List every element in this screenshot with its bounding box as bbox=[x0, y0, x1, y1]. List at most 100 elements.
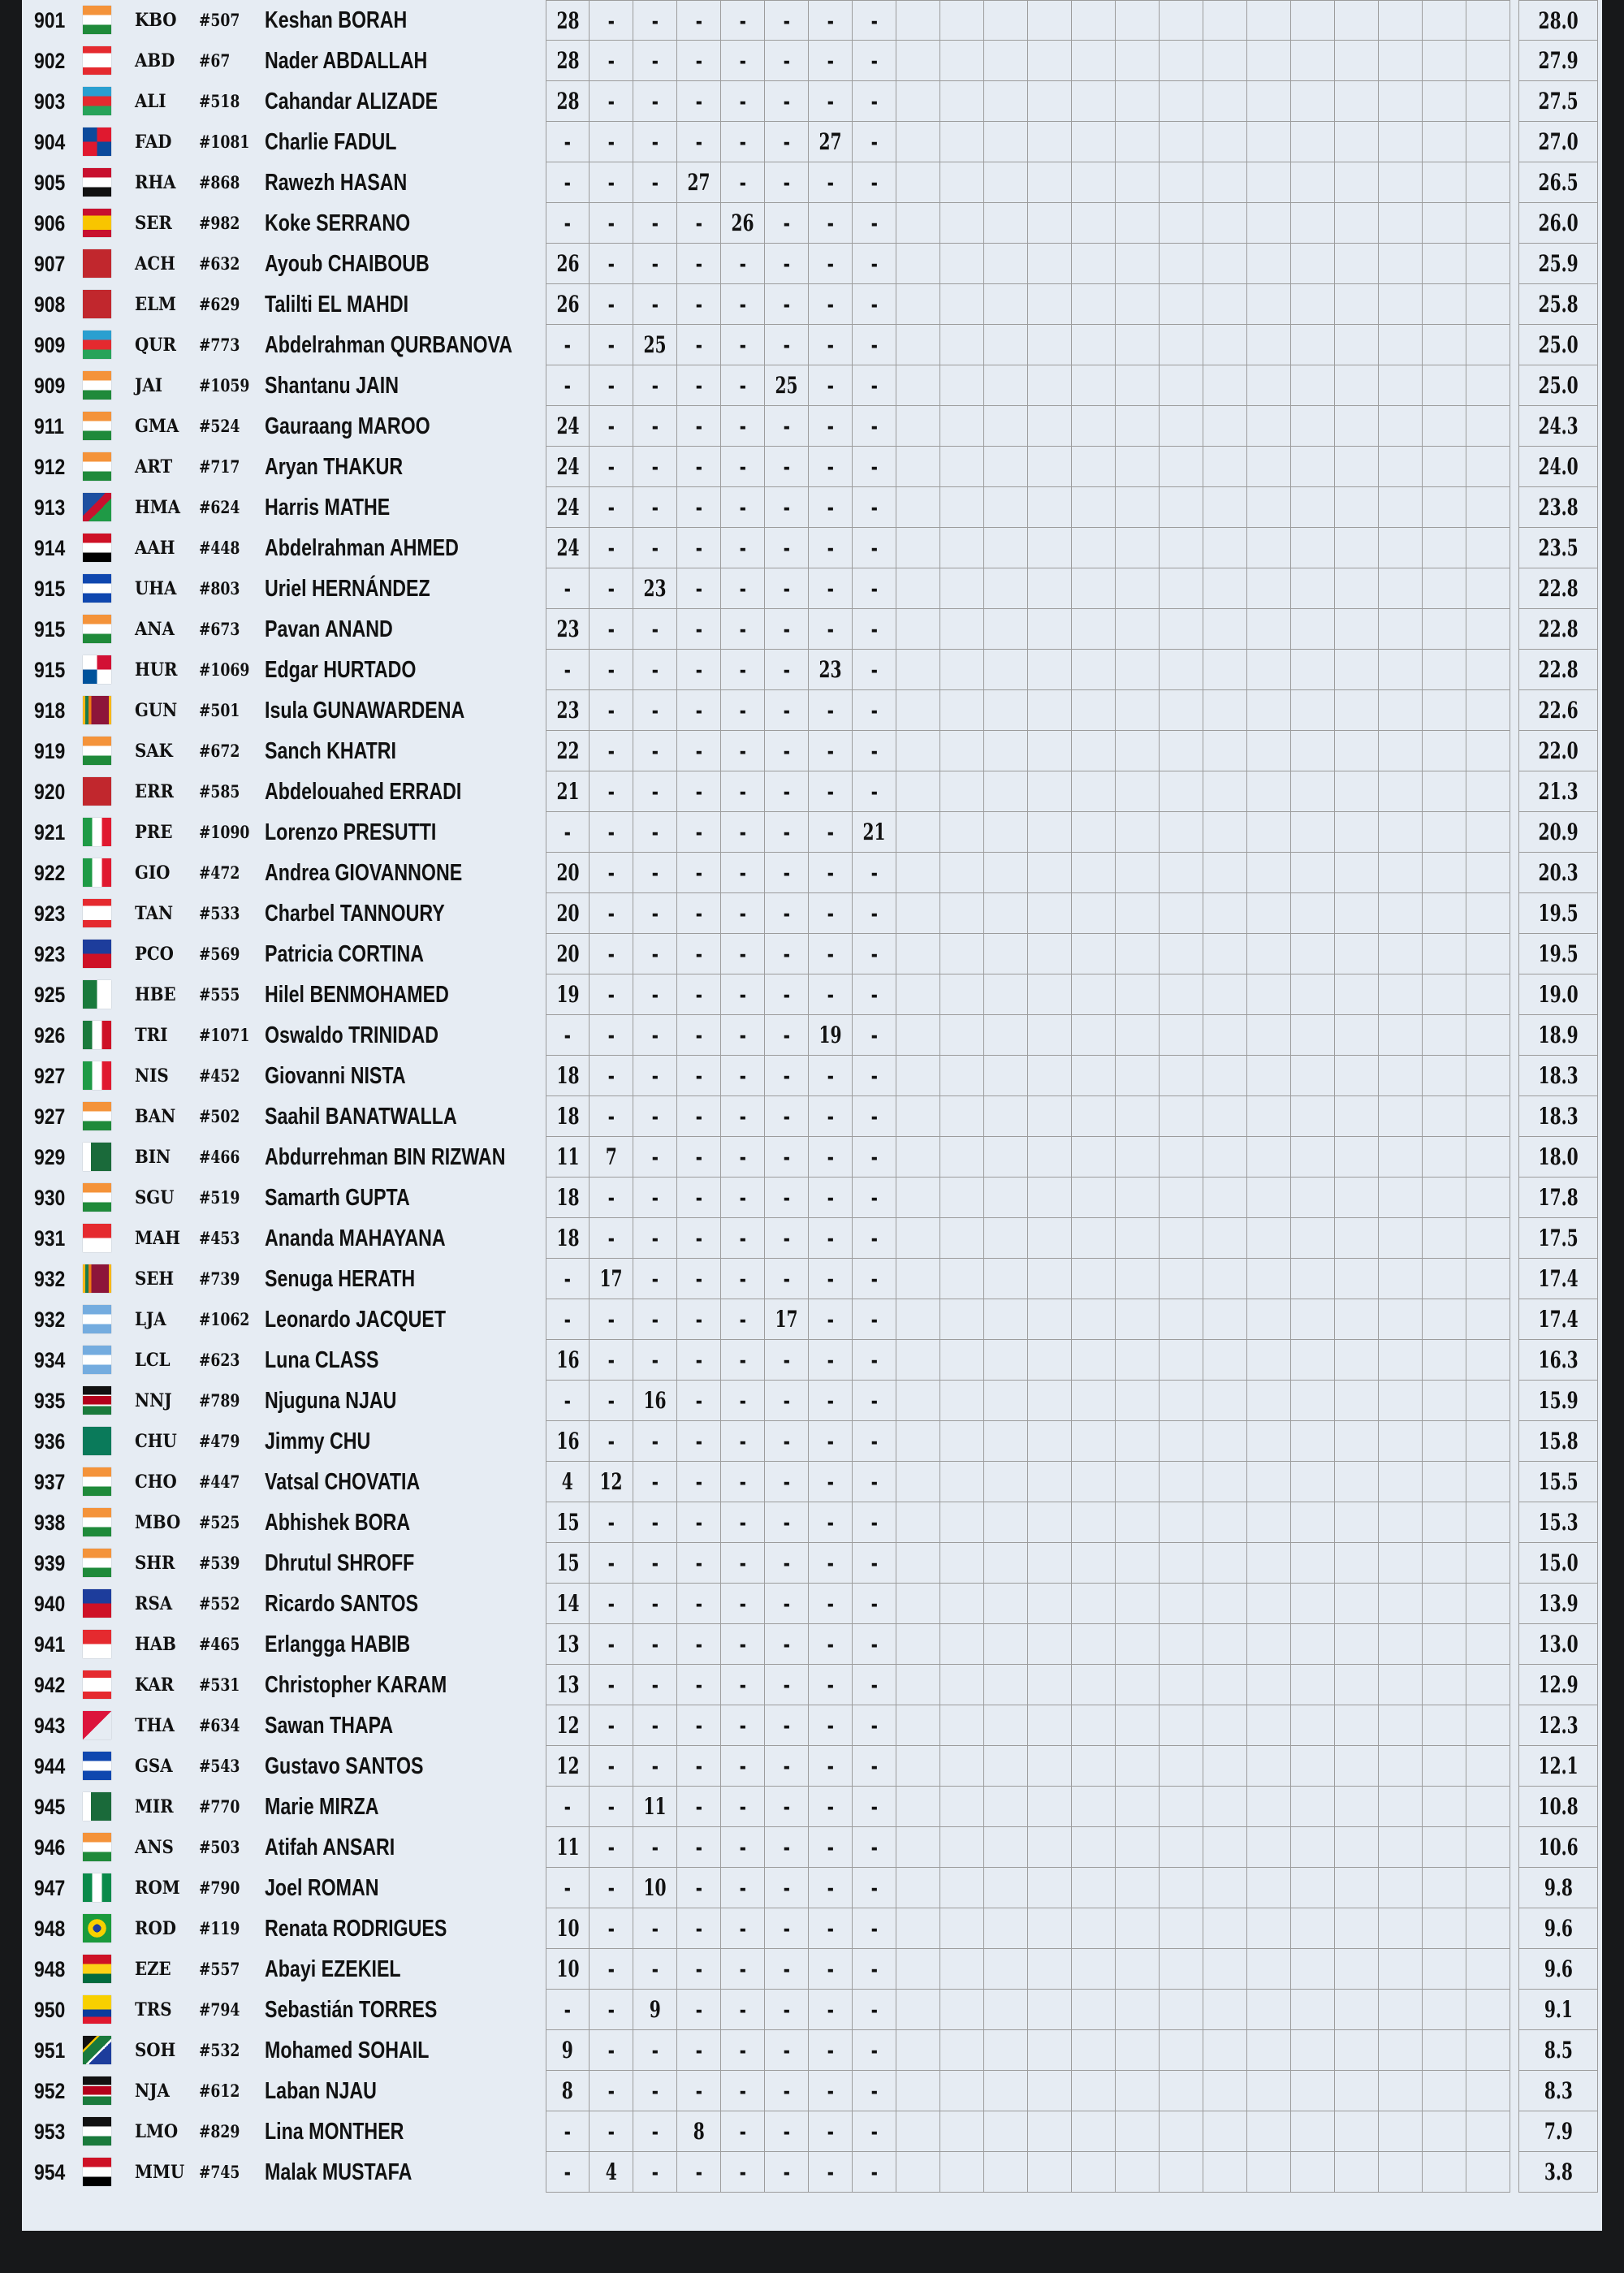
score-value: - bbox=[739, 2118, 746, 2145]
score-cell bbox=[1466, 1096, 1510, 1137]
score-cell: - bbox=[721, 650, 765, 690]
score-cell bbox=[1116, 1178, 1160, 1218]
score-cell: - bbox=[677, 1949, 721, 1990]
score-cell bbox=[1423, 1908, 1466, 1949]
score-value: - bbox=[739, 778, 746, 805]
score-value: - bbox=[870, 1712, 878, 1739]
score-value: - bbox=[783, 616, 790, 642]
score-value: - bbox=[827, 494, 834, 521]
player-id: #624 bbox=[199, 497, 240, 517]
score-value: - bbox=[827, 250, 834, 277]
score-cell: - bbox=[809, 1056, 853, 1096]
score-cell: - bbox=[853, 1259, 896, 1299]
player-id: #453 bbox=[199, 1228, 240, 1248]
flag-icon-ke bbox=[83, 1386, 111, 1415]
rank: 952 bbox=[34, 2079, 66, 2103]
score-cell bbox=[1247, 325, 1291, 365]
score-value: - bbox=[695, 413, 702, 439]
score-cell: - bbox=[590, 690, 633, 731]
total-value: 12.3 bbox=[1538, 1712, 1579, 1739]
score-cell bbox=[1423, 2111, 1466, 2152]
score-cell: - bbox=[765, 528, 809, 568]
score-value: - bbox=[870, 1996, 878, 2023]
score-value: 7 bbox=[605, 1143, 617, 1170]
score-cell: - bbox=[721, 1624, 765, 1665]
flag-icon-it bbox=[83, 858, 111, 887]
score-cell bbox=[1203, 81, 1247, 122]
score-value: - bbox=[695, 1346, 702, 1373]
score-cell bbox=[1335, 2152, 1379, 2193]
score-cell bbox=[940, 1259, 984, 1299]
score-cell bbox=[1423, 568, 1466, 609]
score-value: - bbox=[783, 2077, 790, 2104]
total-score: 10.6 bbox=[1518, 1827, 1598, 1868]
total-score: 12.1 bbox=[1518, 1746, 1598, 1787]
table-row: 936 CHU #479 Jimmy CHU 16- - - - - - -15.8 bbox=[22, 1421, 1602, 1462]
score-value: - bbox=[695, 372, 702, 399]
table-row: 937 CHO #447 Vatsal CHOVATIA 4 12- - - - - -15.5 bbox=[22, 1462, 1602, 1502]
total-score: 25.8 bbox=[1518, 284, 1598, 325]
score-value: - bbox=[651, 2118, 659, 2145]
score-cell: - bbox=[677, 568, 721, 609]
score-cell bbox=[984, 1705, 1028, 1746]
score-value: - bbox=[739, 2037, 746, 2063]
table-row: 909 QUR #773 Abdelrahman QURBANOVA - -25- - - - -… bbox=[22, 325, 1602, 365]
total-value: 21.3 bbox=[1538, 778, 1579, 805]
score-value: - bbox=[783, 1265, 790, 1292]
score-value: - bbox=[827, 1590, 834, 1617]
score-value: - bbox=[783, 250, 790, 277]
total-score: 15.3 bbox=[1518, 1502, 1598, 1543]
score-cell bbox=[1116, 2111, 1160, 2152]
score-cell bbox=[1116, 2152, 1160, 2193]
total-score: 25.0 bbox=[1518, 325, 1598, 365]
total-score: 18.9 bbox=[1518, 1015, 1598, 1056]
total-value: 3.8 bbox=[1544, 2158, 1573, 2185]
table-row: 950 TRS #794 Sebastián TORRES - -9- - - - -9.1 bbox=[22, 1990, 1602, 2030]
score-cell bbox=[1072, 2152, 1116, 2193]
score-value: - bbox=[783, 981, 790, 1008]
score-cell: - bbox=[590, 853, 633, 893]
score-cell bbox=[1028, 1868, 1072, 1908]
player-name: Uriel HERNÁNDEZ bbox=[265, 576, 430, 602]
score-cell: - bbox=[590, 812, 633, 853]
score-value: - bbox=[651, 1428, 659, 1454]
score-value: - bbox=[739, 1793, 746, 1820]
score-cell bbox=[1291, 284, 1335, 325]
score-cell: 8 bbox=[546, 2071, 590, 2111]
player-name: Lina MONTHER bbox=[265, 2119, 404, 2145]
score-cell bbox=[1116, 325, 1160, 365]
score-cell bbox=[1247, 284, 1291, 325]
table-row: 927 NIS #452 Giovanni NISTA 18- - - - - - -18.3 bbox=[22, 1056, 1602, 1096]
score-cell bbox=[1291, 1421, 1335, 1462]
total-value: 10.8 bbox=[1538, 1793, 1579, 1820]
score-cell bbox=[940, 893, 984, 934]
score-cell bbox=[1335, 568, 1379, 609]
score-cell bbox=[896, 771, 940, 812]
score-cell bbox=[1335, 1056, 1379, 1096]
score-value: - bbox=[651, 413, 659, 439]
score-cell bbox=[1335, 162, 1379, 203]
score-value: - bbox=[739, 494, 746, 521]
score-value: 26 bbox=[555, 291, 580, 318]
score-cell bbox=[896, 365, 940, 406]
score-cell bbox=[1203, 853, 1247, 893]
score-cell: - bbox=[765, 162, 809, 203]
player-name: Shantanu JAIN bbox=[265, 373, 399, 399]
score-cell: - bbox=[633, 690, 677, 731]
score-cell bbox=[1203, 2071, 1247, 2111]
score-value: - bbox=[827, 1874, 834, 1901]
score-value: - bbox=[607, 169, 615, 196]
total-score: 22.0 bbox=[1518, 731, 1598, 771]
score-cell bbox=[1116, 1949, 1160, 1990]
score-value: - bbox=[783, 1590, 790, 1617]
player-code: ALI bbox=[135, 91, 166, 112]
score-value: - bbox=[564, 1022, 572, 1048]
flag-icon-lb bbox=[83, 899, 111, 927]
player-name: Lorenzo PRESUTTI bbox=[265, 819, 437, 845]
score-cell bbox=[1379, 365, 1423, 406]
score-cell: - bbox=[853, 447, 896, 487]
score-cell bbox=[1247, 487, 1291, 528]
score-cell bbox=[896, 325, 940, 365]
score-value: - bbox=[607, 128, 615, 155]
score-value: 23 bbox=[555, 616, 580, 642]
